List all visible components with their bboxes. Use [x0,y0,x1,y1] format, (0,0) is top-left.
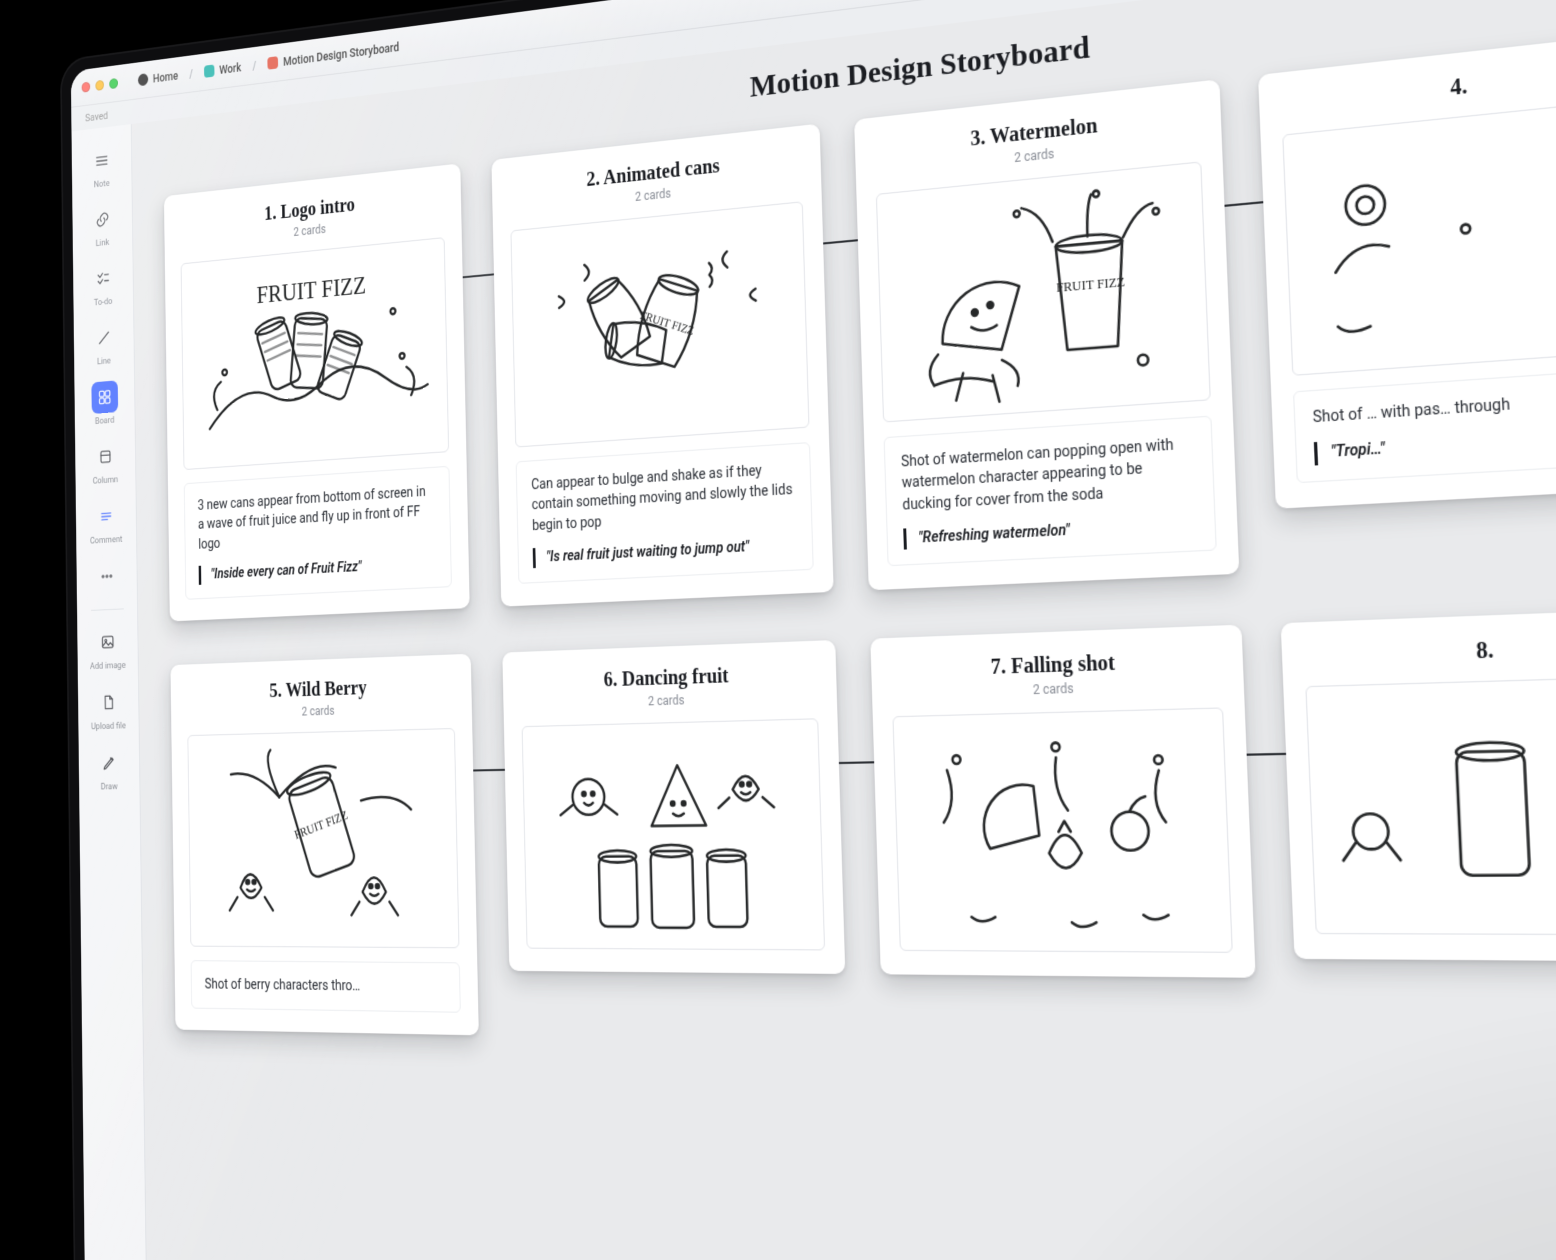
comment-icon [92,500,119,533]
board-card-text: 3 new cans appear from bottom of screen … [198,481,437,554]
todo-icon [90,262,117,296]
sketch-image: FRUIT FIZZ [876,161,1211,422]
board-card-title: 8. [1304,632,1556,671]
sketch-label: FRUIT FIZZ [1056,275,1125,295]
home-icon [138,73,148,86]
link-icon [89,203,116,237]
board-card-dancing-fruit[interactable]: 6. Dancing fruit 2 cards [502,640,845,974]
board-card-text: Shot of berry characters thro… [205,975,446,998]
tool-line-label: Line [97,356,111,367]
tool-line[interactable]: Line [80,313,127,373]
tool-note-label: Note [94,178,110,190]
image-icon [94,626,121,659]
board-card-quote: "Tropi…" [1314,422,1556,465]
pencil-icon [95,746,122,779]
tool-draw-label: Draw [101,782,118,793]
tool-upload-label: Upload file [91,721,126,732]
tool-comment[interactable]: Comment [82,493,129,552]
tool-link[interactable]: Link [79,195,126,255]
sketch-image: FRUIT FIZZ [187,728,459,948]
tool-link-label: Link [96,237,110,249]
canvas[interactable]: Motion Design Storyboard 1. Logo intro 2… [132,0,1556,1260]
rail-separator [91,608,124,610]
board-icon [91,380,118,414]
board-card-wild-berry[interactable]: 5. Wild Berry 2 cards [170,654,478,1036]
note-icon [88,144,115,178]
save-status: Saved [85,109,108,124]
board-card-quote: "Is real fruit just waiting to jump out" [533,534,797,568]
tool-column-label: Column [93,475,119,487]
sketch-label: FRUIT FIZZ [256,271,366,308]
breadcrumb-home[interactable]: Home [133,65,183,90]
sketch-image [892,708,1232,953]
folder-icon [204,64,215,77]
tool-todo[interactable]: To-do [79,254,126,314]
board-card-text: Shot of … with pas… through [1312,385,1556,429]
board-card-logo-intro[interactable]: 1. Logo intro 2 cards FRUIT FIZZ [164,163,470,621]
breadcrumb-doc-label: Motion Design Storyboard [283,40,399,68]
tool-note[interactable]: Note [78,136,125,196]
board-card-quote: "Inside every can of Fruit Fizz" [199,553,437,585]
breadcrumb-work[interactable]: Work [199,57,246,82]
tool-column[interactable]: Column [82,433,129,492]
sketch-image [1282,97,1556,376]
tool-draw[interactable]: Draw [85,739,133,797]
board-card-falling-shot[interactable]: 7. Falling shot 2 cards [870,625,1255,978]
board-row: 5. Wild Berry 2 cards [170,600,1556,1064]
board-card-watermelon[interactable]: 3. Watermelon 2 cards [854,79,1239,590]
fullscreen-icon[interactable] [109,78,118,89]
board-card-text: Can appear to bulge and shake as if they… [531,459,796,536]
board-card-quote: "Refreshing watermelon" [903,513,1198,550]
sketch-image: FRUIT FIZZ [181,237,449,470]
breadcrumb-separator: / [189,67,193,80]
tool-board-label: Board [95,415,115,427]
document-icon [268,56,279,70]
tool-add-image-label: Add image [90,660,126,672]
sketch-image [1305,675,1556,935]
column-icon [92,440,119,474]
sketch-image: FRUIT FIZZ [510,201,809,447]
breadcrumb-home-label: Home [153,69,178,85]
breadcrumb-separator: / [252,59,256,73]
sketch-label: FRUIT FIZZ [293,809,349,842]
tool-todo-label: To-do [94,296,113,308]
tool-comment-label: Comment [90,534,123,546]
line-icon [90,321,117,355]
tool-add-image[interactable]: Add image [84,618,132,676]
close-icon[interactable] [82,82,91,93]
board-card-8[interactable]: 8. [1281,608,1556,962]
more-icon [93,560,120,593]
board-card-text: Shot of watermelon can popping open with… [901,433,1197,516]
board-card-4[interactable]: 4. [1258,30,1556,509]
breadcrumb-work-label: Work [219,60,241,76]
tool-board[interactable]: Board [81,373,128,432]
board-card-animated-cans[interactable]: 2. Animated cans 2 cards [491,124,833,607]
window-controls [82,78,118,93]
file-icon [95,686,122,719]
sketch-image [522,718,825,950]
tool-more[interactable] [83,553,130,601]
tool-upload-file[interactable]: Upload file [84,679,132,737]
minimize-icon[interactable] [95,80,104,91]
